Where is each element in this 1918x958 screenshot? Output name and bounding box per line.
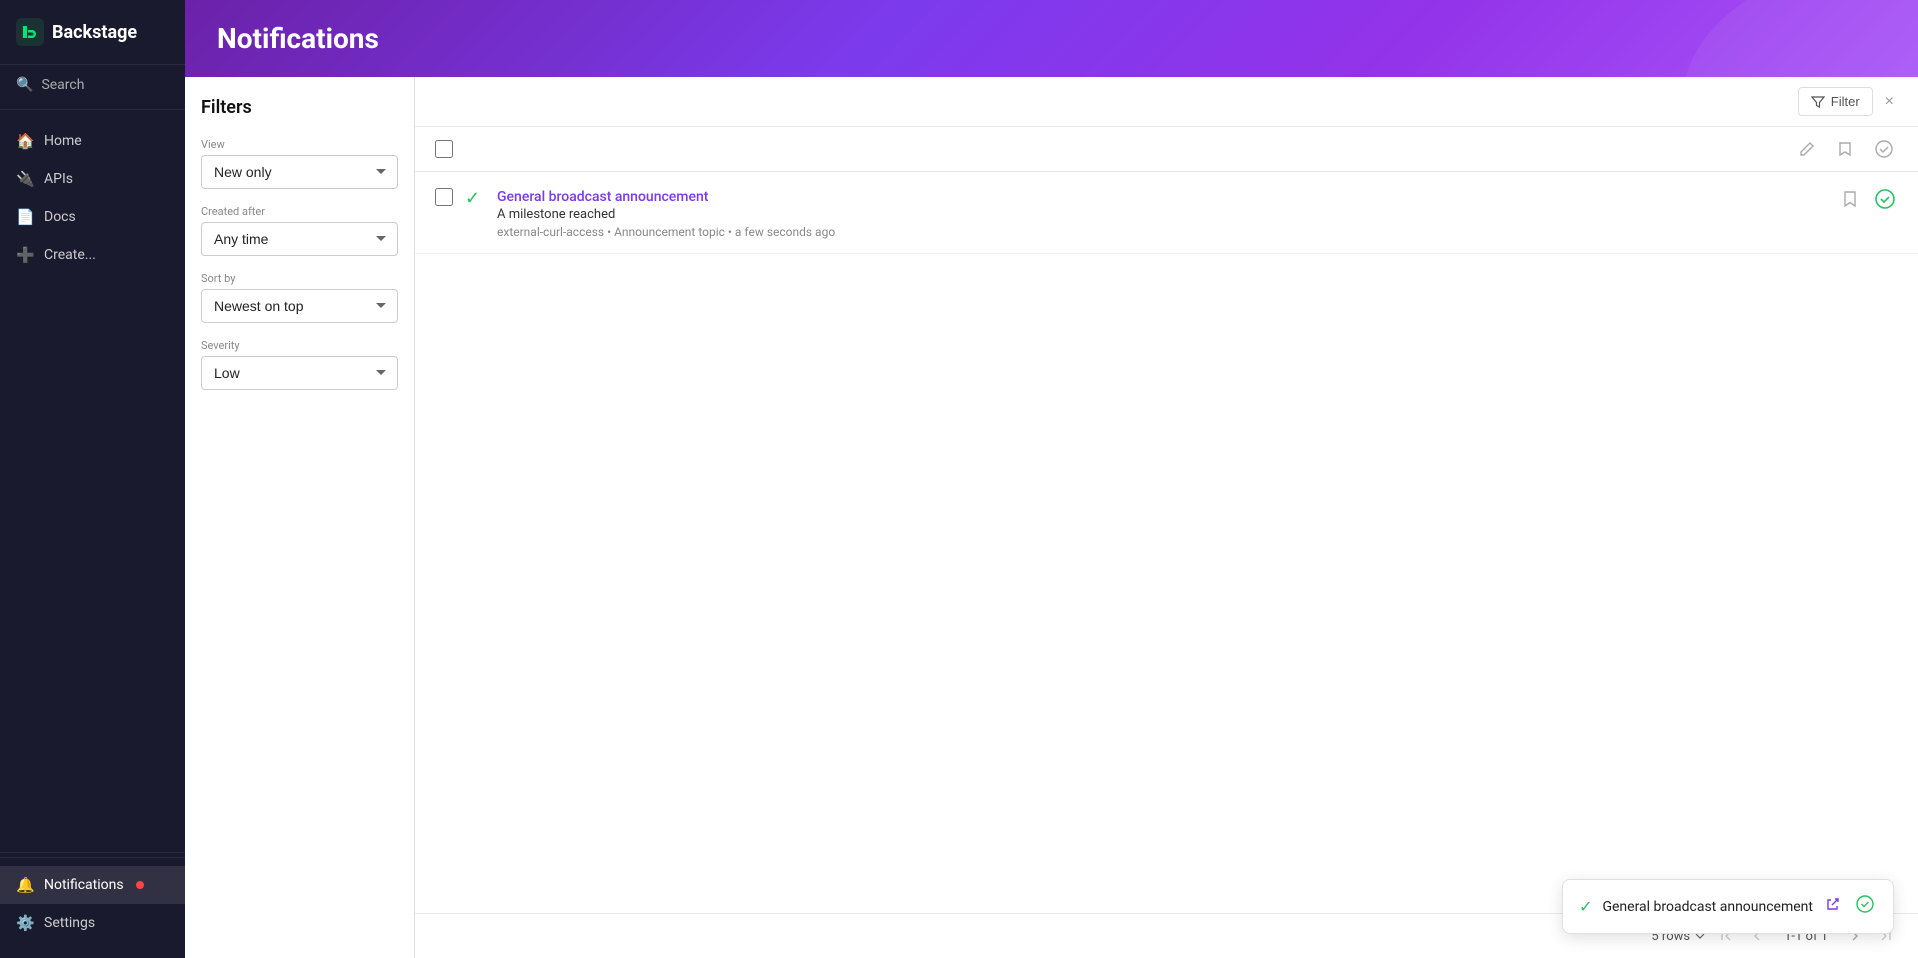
settings-icon: ⚙️ — [16, 914, 34, 932]
sidebar-search-item[interactable]: 🔍 Search — [0, 65, 185, 105]
list-header-row — [415, 127, 1918, 172]
filter-icon — [1811, 95, 1825, 109]
sidebar: Backstage 🔍 Search 🏠 Home 🔌 APIs 📄 Docs … — [0, 0, 185, 958]
notifications-badge — [136, 881, 144, 889]
page-header: Notifications — [185, 0, 1918, 77]
filters-title: Filters — [201, 97, 398, 118]
notification-done-button[interactable] — [1872, 186, 1898, 212]
filter-view-select[interactable]: New only All Saved — [201, 155, 398, 189]
main-content: Notifications Filters View New only All … — [185, 0, 1918, 958]
filter-severity-label: Severity — [201, 339, 398, 352]
sidebar-item-home[interactable]: 🏠 Home — [0, 122, 185, 160]
create-icon: ➕ — [16, 246, 34, 264]
sidebar-item-docs-label: Docs — [44, 209, 76, 225]
filter-button-label: Filter — [1831, 94, 1860, 109]
list-toolbar: Filter × — [415, 77, 1918, 127]
close-filter-icon: × — [1885, 93, 1894, 110]
filter-group-created-after: Created after Any time Today This week T… — [201, 205, 398, 256]
sidebar-item-notifications-label: Notifications — [44, 877, 124, 893]
read-status-icon: ✓ — [465, 188, 485, 209]
filter-button[interactable]: Filter — [1798, 87, 1873, 116]
toast-notification: ✓ General broadcast announcement — [1562, 879, 1894, 934]
filter-group-sort-by: Sort by Newest on top Oldest on top — [201, 272, 398, 323]
select-all-checkbox[interactable] — [435, 140, 453, 158]
external-link-icon — [1825, 896, 1841, 912]
notification-subtitle: A milestone reached — [497, 207, 1826, 222]
filter-group-severity: Severity Low Normal High Critical — [201, 339, 398, 390]
search-icon: 🔍 — [16, 77, 33, 93]
sidebar-logo[interactable]: Backstage — [0, 0, 185, 65]
bookmark-icon — [1836, 140, 1854, 158]
pencil-icon — [1798, 140, 1816, 158]
toast-check-icon: ✓ — [1579, 897, 1592, 916]
close-filter-button[interactable]: × — [1881, 89, 1898, 115]
sidebar-item-create-label: Create... — [44, 247, 96, 263]
sidebar-item-apis-label: APIs — [44, 171, 73, 187]
notifications-icon: 🔔 — [16, 876, 34, 894]
page-title: Notifications — [217, 22, 1886, 55]
filter-sort-by-select[interactable]: Newest on top Oldest on top — [201, 289, 398, 323]
sidebar-bottom: 🔔 Notifications ⚙️ Settings — [0, 857, 185, 958]
filter-severity-select[interactable]: Low Normal High Critical — [201, 356, 398, 390]
notification-checkbox[interactable] — [435, 188, 453, 206]
filter-created-after-label: Created after — [201, 205, 398, 218]
docs-icon: 📄 — [16, 208, 34, 226]
sidebar-item-create[interactable]: ➕ Create... — [0, 236, 185, 274]
filter-created-after-select[interactable]: Any time Today This week This month — [201, 222, 398, 256]
toast-title: General broadcast announcement — [1602, 899, 1813, 915]
notification-meta: external-curl-access • Announcement topi… — [497, 225, 1826, 239]
apis-icon: 🔌 — [16, 170, 34, 188]
sidebar-item-settings-label: Settings — [44, 915, 95, 931]
filter-view-label: View — [201, 138, 398, 151]
sidebar-logo-text: Backstage — [52, 22, 137, 43]
mark-all-read-button[interactable] — [1794, 136, 1820, 162]
sidebar-item-settings[interactable]: ⚙️ Settings — [0, 904, 185, 942]
sidebar-item-apis[interactable]: 🔌 APIs — [0, 160, 185, 198]
filters-panel: Filters View New only All Saved Created … — [185, 77, 415, 958]
backstage-logo-icon — [16, 18, 44, 46]
filter-group-view: View New only All Saved — [201, 138, 398, 189]
notification-bookmark-icon — [1840, 189, 1860, 209]
sidebar-nav: 🏠 Home 🔌 APIs 📄 Docs ➕ Create... — [0, 114, 185, 848]
notification-title[interactable]: General broadcast announcement — [497, 189, 708, 205]
check-circle-icon — [1874, 139, 1894, 159]
content-area: Filters View New only All Saved Created … — [185, 77, 1918, 958]
save-all-button[interactable] — [1832, 136, 1858, 162]
header-actions — [1794, 135, 1898, 163]
sidebar-divider-1 — [0, 109, 185, 110]
done-all-button[interactable] — [1870, 135, 1898, 163]
table-row: ✓ General broadcast announcement A miles… — [415, 172, 1918, 254]
notification-check-circle-icon — [1874, 188, 1896, 210]
home-icon: 🏠 — [16, 132, 34, 150]
filter-sort-by-label: Sort by — [201, 272, 398, 285]
sidebar-item-docs[interactable]: 📄 Docs — [0, 198, 185, 236]
toast-done-button[interactable] — [1853, 892, 1877, 921]
notification-save-button[interactable] — [1838, 187, 1862, 211]
notification-body: General broadcast announcement A milesto… — [497, 186, 1826, 239]
sidebar-search-label: Search — [41, 77, 84, 93]
sidebar-item-notifications[interactable]: 🔔 Notifications — [0, 866, 185, 904]
sidebar-divider-2 — [0, 852, 185, 853]
toast-open-button[interactable] — [1823, 894, 1843, 919]
notifications-list: Filter × — [415, 77, 1918, 958]
notification-row-actions — [1838, 186, 1898, 212]
sidebar-item-home-label: Home — [44, 133, 82, 149]
toast-checkmark-icon — [1855, 894, 1875, 914]
